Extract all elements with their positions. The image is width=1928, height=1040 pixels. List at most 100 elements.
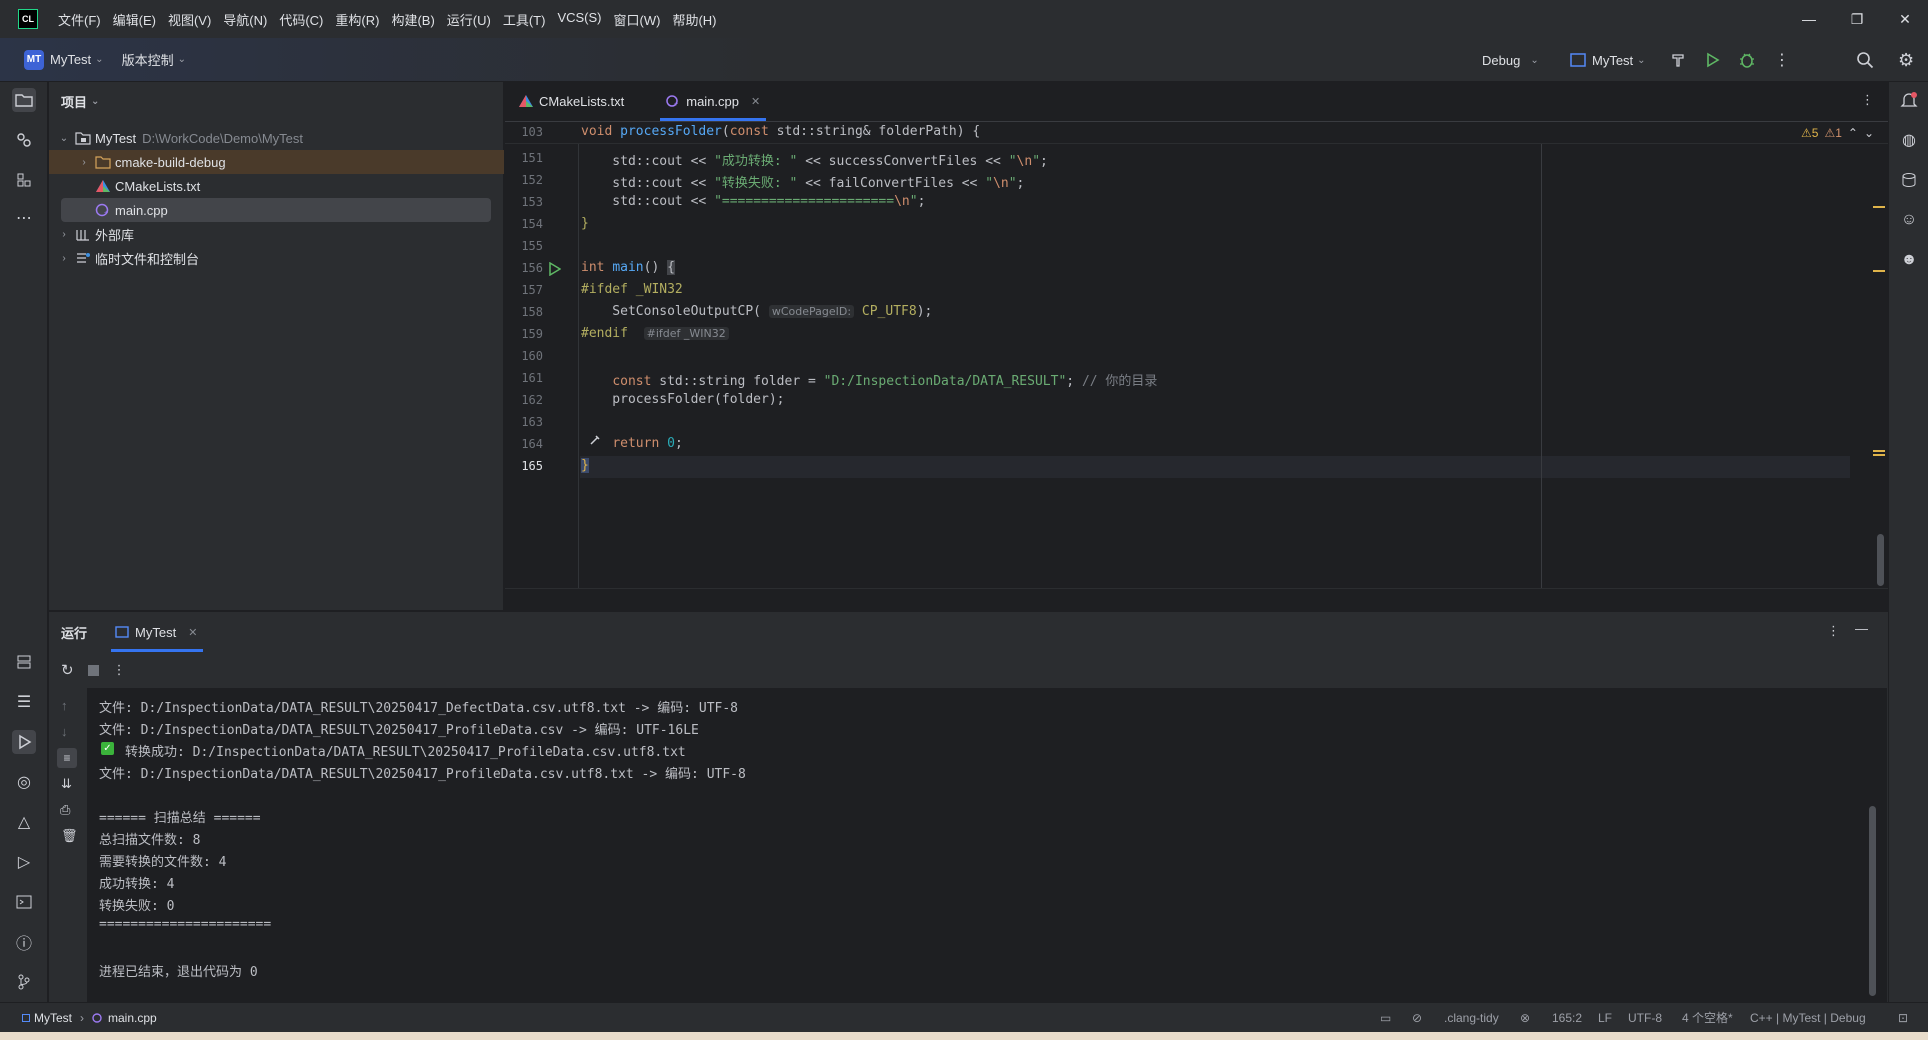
menu-refactor[interactable]: 重构(R) (329, 10, 385, 29)
clear-trash-icon[interactable]: 🗑 (61, 828, 78, 844)
git-branch-icon[interactable] (12, 970, 36, 994)
restore-button[interactable]: ❐ (1834, 0, 1880, 38)
settings-gear-icon[interactable]: ⚙ (1898, 38, 1914, 82)
chevron-down-icon[interactable]: ⌄ (91, 96, 99, 107)
tab-label[interactable]: main.cpp (686, 94, 739, 109)
code-line[interactable]: } (581, 216, 589, 231)
indent-setting[interactable]: 4 个空格* (1682, 1009, 1733, 1026)
tree-item-scratches[interactable]: › 临时文件和控制台 (49, 246, 504, 270)
project-switcher[interactable]: MyTest (50, 52, 91, 67)
menu-run[interactable]: 运行(U) (441, 10, 497, 29)
chevron-down-icon[interactable]: ⌄ (1530, 55, 1538, 66)
hide-panel-icon[interactable]: — (1855, 621, 1868, 636)
project-badge-icon[interactable]: MT (24, 49, 44, 70)
chevron-right-icon[interactable]: › (57, 253, 71, 264)
tree-item-main-cpp[interactable]: + main.cpp (61, 198, 491, 222)
menu-edit[interactable]: 编辑(E) (107, 10, 162, 29)
next-problem-icon[interactable]: ⌄ (1864, 126, 1874, 140)
menu-view[interactable]: 视图(V) (162, 10, 217, 29)
breadcrumb-file[interactable]: main.cpp (108, 1011, 157, 1025)
warning-stripe-mark[interactable] (1873, 450, 1885, 452)
soft-wrap-icon[interactable]: ≡ (57, 748, 77, 768)
chevron-down-icon[interactable]: ⌄ (1637, 55, 1645, 66)
editor-scrollbar[interactable] (1877, 534, 1884, 586)
menu-tools[interactable]: 工具(T) (497, 10, 552, 29)
code-with-me-icon[interactable]: ☻ (1897, 248, 1921, 272)
code-line[interactable]: std::cout << "转换失败: " << failConvertFile… (581, 172, 1024, 191)
warning-count[interactable]: ⚠5 (1801, 126, 1818, 140)
project-panel-title[interactable]: 项目 (61, 92, 87, 111)
warning-stripe-mark[interactable] (1873, 454, 1885, 456)
build-hammer-icon[interactable] (1670, 38, 1686, 82)
menu-help[interactable]: 帮助(H) (666, 10, 722, 29)
code-line[interactable]: std::cout << "======================\n"; (581, 194, 925, 209)
run-tab-mytest[interactable]: MyTest ✕ (111, 612, 204, 652)
language-context[interactable]: C++ | MyTest | Debug (1750, 1011, 1866, 1025)
tree-root[interactable]: ⌄ MyTest D:\WorkCode\Demo\MyTest (49, 126, 504, 150)
cursor-position[interactable]: 165:2 (1552, 1011, 1582, 1025)
folder-icon[interactable]: ▭ (1380, 1011, 1391, 1025)
tab-label[interactable]: CMakeLists.txt (539, 94, 624, 109)
run-options-icon[interactable]: ⋮ (1827, 623, 1840, 639)
menu-code[interactable]: 代码(C) (273, 10, 329, 29)
console-output[interactable]: 文件: D:/InspectionData/DATA_RESULT\202504… (87, 688, 1887, 1003)
tab-options-icon[interactable]: ⋮ (1861, 92, 1874, 108)
chevron-down-icon[interactable]: ⌄ (178, 54, 186, 65)
chevron-down-icon[interactable]: ⌄ (95, 54, 103, 65)
project-folder-icon[interactable] (12, 88, 36, 112)
menu-file[interactable]: 文件(F) (52, 10, 107, 29)
minimize-button[interactable]: — (1786, 0, 1832, 38)
clang-tidy-status[interactable]: .clang-tidy (1444, 1011, 1499, 1025)
chevron-right-icon[interactable]: › (57, 229, 71, 240)
code-line[interactable]: const std::string folder = "D:/Inspectio… (581, 370, 1157, 389)
code-line[interactable]: processFolder(folder); (581, 392, 784, 407)
brush-icon[interactable] (589, 434, 601, 446)
build-config-selector[interactable]: Debug ⌄ (1482, 38, 1539, 82)
run-target-label[interactable]: MyTest (1592, 53, 1633, 68)
console-scrollbar[interactable] (1869, 806, 1876, 996)
todo-list-icon[interactable]: ☰ (12, 690, 36, 714)
run-panel-title[interactable]: 运行 (61, 623, 87, 642)
terminal-icon[interactable] (12, 890, 36, 914)
ai-assistant-icon[interactable]: ◍ (1897, 128, 1921, 152)
problems-triangle-icon[interactable]: △ (12, 810, 36, 834)
close-tab-icon[interactable]: ✕ (751, 95, 760, 108)
tree-item-cmake-build-debug[interactable]: › cmake-build-debug (49, 150, 504, 174)
copilot-icon[interactable]: ☺ (1897, 208, 1921, 232)
scroll-up-icon[interactable]: ↑ (61, 698, 68, 713)
tab-main-cpp[interactable]: + main.cpp ✕ (652, 81, 774, 121)
problems-icon[interactable]: ⓘ (12, 930, 36, 954)
project-panel-header[interactable]: 项目 ⌄ (49, 82, 503, 120)
debug-services-icon[interactable]: ▷ (12, 850, 36, 874)
services-icon[interactable] (12, 650, 36, 674)
rerun-icon[interactable]: ↻ (61, 661, 74, 679)
close-window-button[interactable]: ✕ (1882, 0, 1928, 38)
code-line[interactable]: std::cout << "成功转换: " << successConvertF… (581, 150, 1048, 169)
code-line[interactable]: int main() { (581, 260, 675, 275)
more-tools-icon[interactable]: ⋯ (12, 206, 36, 230)
menu-vcs[interactable]: VCS(S) (551, 10, 607, 29)
debug-icon[interactable] (1738, 38, 1756, 82)
chevron-down-icon[interactable]: ⌄ (57, 133, 71, 144)
prev-problem-icon[interactable]: ⌃ (1848, 126, 1858, 140)
menu-build[interactable]: 构建(B) (385, 10, 440, 29)
line-separator[interactable]: LF (1598, 1011, 1612, 1025)
run-tab-label[interactable]: MyTest (135, 625, 176, 640)
run-target-selector[interactable]: MyTest ⌄ (1570, 38, 1646, 82)
tab-cmakelists[interactable]: CMakeLists.txt (505, 81, 638, 121)
ai-off-icon[interactable]: ⊗ (1520, 1011, 1530, 1025)
horizontal-scroll-area[interactable] (505, 588, 1888, 610)
weak-warning-count[interactable]: ⚠1 (1824, 126, 1841, 140)
structure-icon[interactable] (12, 168, 36, 192)
print-icon[interactable]: ⎙ (60, 802, 70, 818)
warning-stripe-mark[interactable] (1873, 270, 1885, 272)
notifications-bell-icon[interactable] (1897, 88, 1921, 112)
tree-item-cmakelists[interactable]: CMakeLists.txt (49, 174, 504, 198)
stop-icon[interactable] (87, 664, 99, 676)
tree-item-external-libraries[interactable]: › 外部库 (49, 222, 504, 246)
code-line[interactable]: #endif #ifdef _WIN32 (581, 326, 729, 341)
scroll-down-icon[interactable]: ↓ (61, 724, 68, 739)
run-tool-icon[interactable] (12, 730, 36, 754)
code-line[interactable]: SetConsoleOutputCP( wCodePageID: CP_UTF8… (581, 304, 932, 319)
scroll-to-end-icon[interactable]: ⇊ (61, 776, 72, 792)
